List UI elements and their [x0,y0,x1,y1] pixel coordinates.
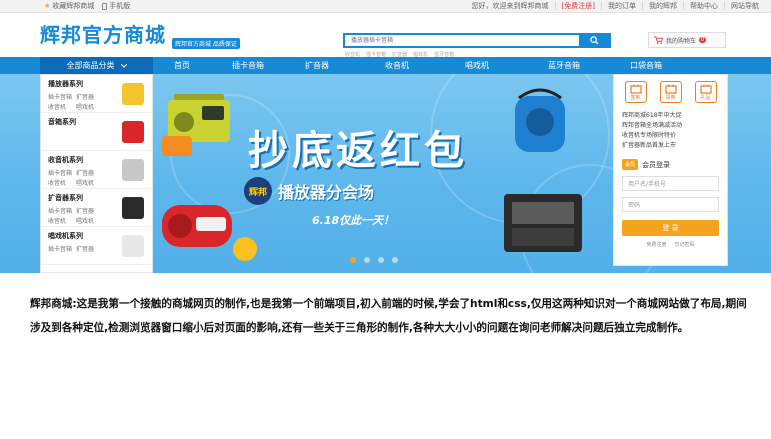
news-item[interactable]: 扩音器新品首发上市 [622,141,721,151]
nav-item[interactable]: 插卡音箱 [232,57,264,74]
user-panel: 签到 领券 礼品 辉邦商城618年中大促 辉邦音箱全场满减活动 收音机专场限时特价 扩音器… [613,74,728,266]
category-item[interactable]: 播放器系列 插卡音箱 扩音器 收音机 唱戏机 [41,75,152,113]
category-thumbnail [122,159,144,181]
shortcut-label: 礼品 [700,94,711,101]
shortcut-button[interactable]: 礼品 [694,81,717,103]
password-field[interactable]: 密码 [622,197,719,212]
brand-seal: 辉邦 [244,177,272,205]
orange-speaker-image [162,136,192,156]
news-item[interactable]: 辉邦音箱全场满减活动 [622,121,721,131]
carousel-dot[interactable] [392,257,398,263]
category-sub-link[interactable]: 唱戏机 [76,102,100,111]
member-badge: 会员 [622,159,639,170]
shortcut-label: 领券 [665,94,676,101]
category-thumbnail [122,83,144,105]
login-button[interactable]: 登 录 [622,220,719,236]
category-item[interactable]: 音箱系列 [41,113,152,151]
shortcut-icons: 签到 领券 礼品 [614,75,727,103]
website-screenshot: ★ 收藏辉邦商城 手机版 您好，欢迎来到辉邦商城 [免费注册] 我的订单 我的辉邦 帮助… [0,0,771,273]
top-bar: ★ 收藏辉邦商城 手机版 您好，欢迎来到辉邦商城 [免费注册] 我的订单 我的辉邦 帮助… [0,0,771,13]
login-header: 会员 会员登录 [622,159,727,170]
nav-item[interactable]: 收音机 [385,57,409,74]
banner-date: 6.18仅此一天！ [312,214,395,227]
category-sub-link[interactable]: 扩音器 [76,206,100,215]
carousel-dot[interactable] [378,257,384,263]
panel-link[interactable]: 免费注册 [646,241,666,248]
nav-item[interactable]: 唱戏机 [465,57,489,74]
shortcut-button[interactable]: 领券 [659,81,682,103]
category-sub-link[interactable]: 插卡音箱 [48,168,72,177]
nav-item[interactable]: 首页 [174,57,190,74]
top-link[interactable]: 您好，欢迎来到辉邦商城 [466,2,555,10]
project-description: 辉邦商城:这是我第一个接触的商城网页的制作,也是我第一个前端项目,初入前端的时候… [30,298,747,334]
slogan-badge: 辉邦官方商城 品质保证 [172,38,240,49]
top-link[interactable]: 帮助中心 [683,2,724,10]
blue-amplifier-image [515,88,565,152]
search-bar [343,33,611,48]
category-sub-link[interactable]: 收音机 [48,178,72,187]
search-input[interactable] [345,35,579,46]
star-icon: ★ [44,2,51,10]
category-sub-link[interactable]: 唱戏机 [76,178,100,187]
category-sub-link[interactable]: 收音机 [48,102,72,111]
category-thumbnail [122,121,144,143]
category-thumbnail [122,235,144,257]
nav-item[interactable]: 扩音器 [305,57,329,74]
banner-subtitle: 播放器分会场 [278,183,375,202]
banner-headline: 抄底返红包 [248,128,468,174]
shortcut-button[interactable]: 签到 [624,81,647,103]
cart-icon [654,36,663,44]
header: 辉邦官方商城 辉邦官方商城 品质保证 收音机插卡音箱扩音器唱戏机蓝牙音箱 我的购… [0,13,771,58]
panel-link[interactable]: 忘记密码 [675,241,695,248]
top-link[interactable]: 我的订单 [601,2,642,10]
category-sub-link[interactable]: 插卡音箱 [48,206,72,215]
username-field[interactable]: 用户名/手机号 [622,176,719,191]
top-links: 您好，欢迎来到辉邦商城 [免费注册] 我的订单 我的辉邦 帮助中心 网站导航 [466,2,765,10]
top-link[interactable]: 我的辉邦 [642,2,683,10]
carousel-dot[interactable] [350,257,356,263]
shortcut-label: 签到 [630,94,641,101]
login-links: 免费注册 忘记密码 [614,241,727,248]
category-sidebar: 播放器系列 插卡音箱 扩音器 收音机 唱戏机 音箱系列 收音机系列 插卡音箱 扩音器 收音机 唱戏机… [40,74,153,273]
banner-subhead: 辉邦 播放器分会场 [244,177,374,205]
category-sub-link[interactable]: 扩音器 [76,244,100,253]
site-logo[interactable]: 辉邦官方商城 [40,19,166,48]
search-button[interactable] [579,35,609,46]
category-item[interactable]: 扩音器系列 插卡音箱 扩音器 收音机 唱戏机 [41,189,152,227]
yellow-disc-image [233,237,257,261]
red-speaker-image [162,205,232,247]
category-item[interactable]: 唱戏机系列 插卡音箱 扩音器 [41,227,152,265]
category-sub-link[interactable]: 收音机 [48,216,72,225]
news-item[interactable]: 收音机专场限时特价 [622,131,721,141]
favorite-link[interactable]: ★ 收藏辉邦商城 [44,1,94,11]
cart-button[interactable]: 我的购物车 0 [648,32,726,48]
news-list: 辉邦商城618年中大促 辉邦音箱全场满减活动 收音机专场限时特价 扩音器新品首发上市 [614,103,727,151]
shortcut-icon [629,84,642,94]
chevron-down-icon [120,63,127,68]
category-sub-link[interactable]: 唱戏机 [76,216,100,225]
all-categories-button[interactable]: 全部商品分类 [40,57,153,74]
category-sub-link[interactable]: 插卡音箱 [48,244,72,253]
nav-item[interactable]: 蓝牙音箱 [548,57,580,74]
category-sub-link[interactable]: 扩音器 [76,92,100,101]
category-thumbnail [122,197,144,219]
shortcut-icon [664,84,677,94]
carousel-dot[interactable] [364,257,370,263]
shortcut-icon [699,84,712,94]
mobile-link[interactable]: 手机版 [102,1,130,11]
news-item[interactable]: 辉邦商城618年中大促 [622,111,721,121]
category-sub-link[interactable]: 扩音器 [76,168,100,177]
cart-count: 0 [699,37,707,43]
phone-icon [102,2,108,10]
carousel-dots [350,257,398,263]
black-radio-image [504,194,582,252]
top-link[interactable]: 网站导航 [724,2,765,10]
top-link[interactable]: [免费注册] [554,2,601,10]
cart-label: 我的购物车 [666,37,697,45]
category-sub-link[interactable]: 插卡音箱 [48,92,72,101]
nav-item[interactable]: 口袋音箱 [630,57,662,74]
category-item[interactable]: 收音机系列 插卡音箱 扩音器 收音机 唱戏机 [41,151,152,189]
login-title: 会员登录 [642,160,671,169]
search-icon [589,36,599,45]
